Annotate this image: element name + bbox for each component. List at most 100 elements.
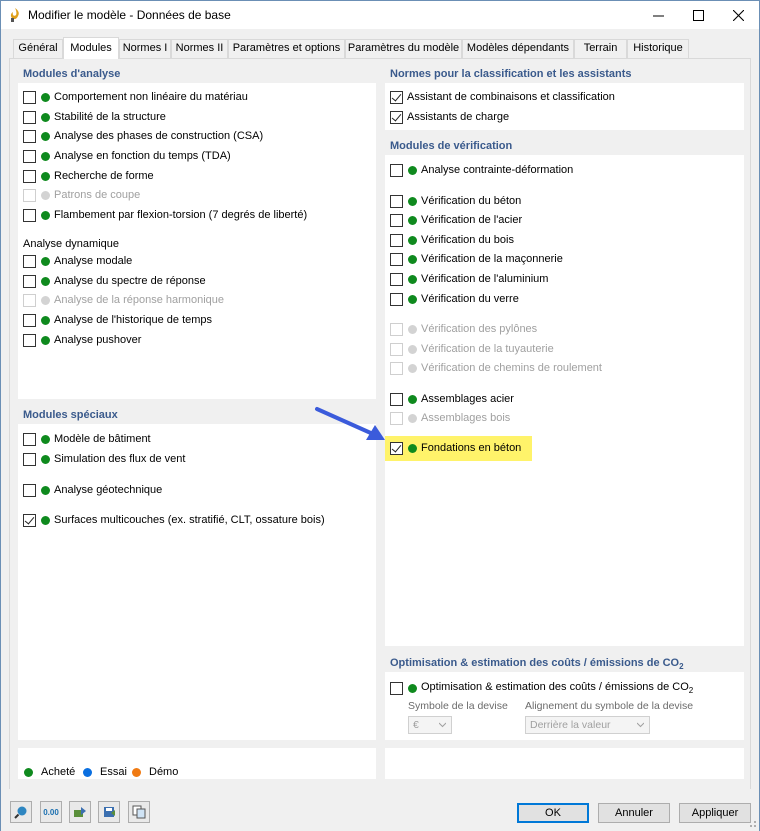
units-button[interactable]: 0.00 bbox=[40, 801, 62, 823]
verification-module-7-checkbox bbox=[390, 322, 403, 336]
resize-grip-icon[interactable] bbox=[745, 816, 757, 828]
norm-assistant-0[interactable]: Assistant de combinaisons et classificat… bbox=[390, 89, 615, 105]
status-dot bbox=[408, 394, 417, 404]
close-button[interactable] bbox=[721, 1, 755, 29]
verification-module-6-checkbox[interactable] bbox=[390, 292, 403, 306]
dynamic-module-2: Analyse de la réponse harmonique bbox=[23, 292, 224, 308]
verification-module-4-checkbox[interactable] bbox=[390, 252, 403, 266]
tab-modeles-dependants[interactable]: Modèles dépendants bbox=[462, 39, 574, 58]
dynamic-module-0-checkbox[interactable] bbox=[23, 254, 36, 268]
status-dot bbox=[408, 235, 417, 245]
apply-button[interactable]: Appliquer bbox=[679, 803, 751, 823]
analysis-module-3-label: Analyse en fonction du temps (TDA) bbox=[54, 150, 231, 162]
analysis-module-3[interactable]: Analyse en fonction du temps (TDA) bbox=[23, 148, 231, 164]
currency-symbol-select[interactable]: € bbox=[408, 716, 452, 734]
analysis-module-2[interactable]: Analyse des phases de construction (CSA) bbox=[23, 128, 263, 144]
verification-module-8-checkbox bbox=[390, 342, 403, 356]
verification-module-6[interactable]: Vérification du verre bbox=[390, 291, 519, 307]
tab-historique[interactable]: Historique bbox=[627, 39, 689, 58]
special-module-3[interactable]: Surfaces multicouches (ex. stratifié, CL… bbox=[23, 512, 325, 528]
copy-button[interactable] bbox=[128, 801, 150, 823]
load-button[interactable] bbox=[69, 801, 91, 823]
special-module-2[interactable]: Analyse géotechnique bbox=[23, 482, 162, 498]
maximize-button[interactable] bbox=[681, 1, 715, 29]
special-module-0-checkbox[interactable] bbox=[23, 432, 36, 446]
tab-parametres-options[interactable]: Paramètres et options bbox=[228, 39, 345, 58]
verification-module-10-label: Assemblages acier bbox=[421, 393, 514, 405]
norm-assistant-1-checkbox[interactable] bbox=[390, 110, 403, 124]
tab-parametres-modele[interactable]: Paramètres du modèle bbox=[345, 39, 462, 58]
dynamic-module-4-checkbox[interactable] bbox=[23, 333, 36, 347]
status-dot bbox=[41, 434, 50, 444]
analysis-module-0[interactable]: Comportement non linéaire du matériau bbox=[23, 89, 248, 105]
divider bbox=[10, 740, 750, 748]
legend-dot bbox=[132, 767, 141, 777]
dynamic-module-3[interactable]: Analyse de l'historique de temps bbox=[23, 312, 212, 328]
status-dot bbox=[41, 151, 50, 161]
analysis-module-2-checkbox[interactable] bbox=[23, 129, 36, 143]
currency-alignment-select[interactable]: Derrière la valeur bbox=[525, 716, 650, 734]
dynamic-module-0[interactable]: Analyse modale bbox=[23, 253, 132, 269]
tab-normes-1[interactable]: Normes I bbox=[119, 39, 171, 58]
optimization-checkbox[interactable] bbox=[390, 681, 403, 695]
tab-terrain[interactable]: Terrain bbox=[574, 39, 627, 58]
verification-module-12-checkbox[interactable] bbox=[390, 441, 403, 455]
status-dot bbox=[41, 171, 50, 181]
verification-module-9-label: Vérification de chemins de roulement bbox=[421, 362, 602, 374]
dynamic-module-1-checkbox[interactable] bbox=[23, 274, 36, 288]
special-module-3-checkbox[interactable] bbox=[23, 513, 36, 527]
analysis-module-5-label: Patrons de coupe bbox=[54, 189, 141, 201]
verification-module-1-label: Vérification du béton bbox=[421, 195, 522, 207]
panel-title: Modules d'analyse bbox=[18, 65, 376, 83]
dynamic-module-4[interactable]: Analyse pushover bbox=[23, 332, 141, 348]
status-dot bbox=[408, 344, 417, 354]
verification-module-3[interactable]: Vérification du bois bbox=[390, 232, 514, 248]
special-module-0[interactable]: Modèle de bâtiment bbox=[23, 431, 151, 447]
status-dot bbox=[41, 276, 50, 286]
analysis-module-6[interactable]: Flambement par flexion-torsion (7 degrés… bbox=[23, 207, 307, 223]
verification-module-10[interactable]: Assemblages acier bbox=[390, 391, 514, 407]
legend-label: Essai bbox=[100, 766, 127, 778]
dynamic-module-3-checkbox[interactable] bbox=[23, 313, 36, 327]
analysis-module-3-checkbox[interactable] bbox=[23, 149, 36, 163]
verification-module-4[interactable]: Vérification de la maçonnerie bbox=[390, 251, 563, 267]
verification-module-12[interactable]: Fondations en béton bbox=[390, 440, 521, 456]
help-button[interactable] bbox=[10, 801, 32, 823]
minimize-button[interactable] bbox=[641, 1, 675, 29]
cancel-button[interactable]: Annuler bbox=[598, 803, 670, 823]
special-module-1-checkbox[interactable] bbox=[23, 452, 36, 466]
units-icon: 0.00 bbox=[43, 807, 59, 817]
verification-module-3-checkbox[interactable] bbox=[390, 233, 403, 247]
verification-module-5-checkbox[interactable] bbox=[390, 272, 403, 286]
analysis-module-1-checkbox[interactable] bbox=[23, 110, 36, 124]
tab-modules[interactable]: Modules bbox=[63, 37, 119, 59]
title-bar[interactable]: Modifier le modèle - Données de base bbox=[1, 1, 759, 29]
special-module-2-checkbox[interactable] bbox=[23, 483, 36, 497]
optimization-row[interactable]: Optimisation & estimation des coûts / ém… bbox=[390, 680, 693, 696]
verification-module-0-checkbox[interactable] bbox=[390, 163, 403, 177]
special-module-1[interactable]: Simulation des flux de vent bbox=[23, 451, 185, 467]
verification-module-1-checkbox[interactable] bbox=[390, 194, 403, 208]
verification-module-0[interactable]: Analyse contrainte-déformation bbox=[390, 162, 573, 178]
ok-button[interactable]: OK bbox=[517, 803, 589, 823]
verification-module-2[interactable]: Vérification de l'acier bbox=[390, 212, 522, 228]
verification-module-7-label: Vérification des pylônes bbox=[421, 323, 538, 335]
analysis-module-4-checkbox[interactable] bbox=[23, 169, 36, 183]
analysis-module-0-checkbox[interactable] bbox=[23, 90, 36, 104]
save-icon bbox=[104, 807, 115, 817]
tab-normes-2[interactable]: Normes II bbox=[171, 39, 228, 58]
norm-assistant-1[interactable]: Assistants de charge bbox=[390, 109, 509, 125]
verification-module-5[interactable]: Vérification de l'aluminium bbox=[390, 271, 548, 287]
tab-general[interactable]: Général bbox=[13, 39, 63, 58]
verification-module-8-label: Vérification de la tuyauterie bbox=[421, 343, 554, 355]
dynamic-analysis-heading: Analyse dynamique bbox=[23, 238, 120, 250]
verification-module-10-checkbox[interactable] bbox=[390, 392, 403, 406]
analysis-module-4[interactable]: Recherche de forme bbox=[23, 168, 154, 184]
dynamic-module-1[interactable]: Analyse du spectre de réponse bbox=[23, 273, 206, 289]
norm-assistant-0-checkbox[interactable] bbox=[390, 90, 403, 104]
verification-module-2-checkbox[interactable] bbox=[390, 213, 403, 227]
verification-module-1[interactable]: Vérification du béton bbox=[390, 193, 521, 209]
save-button[interactable] bbox=[98, 801, 120, 823]
analysis-module-1[interactable]: Stabilité de la structure bbox=[23, 109, 166, 125]
analysis-module-6-checkbox[interactable] bbox=[23, 208, 36, 222]
